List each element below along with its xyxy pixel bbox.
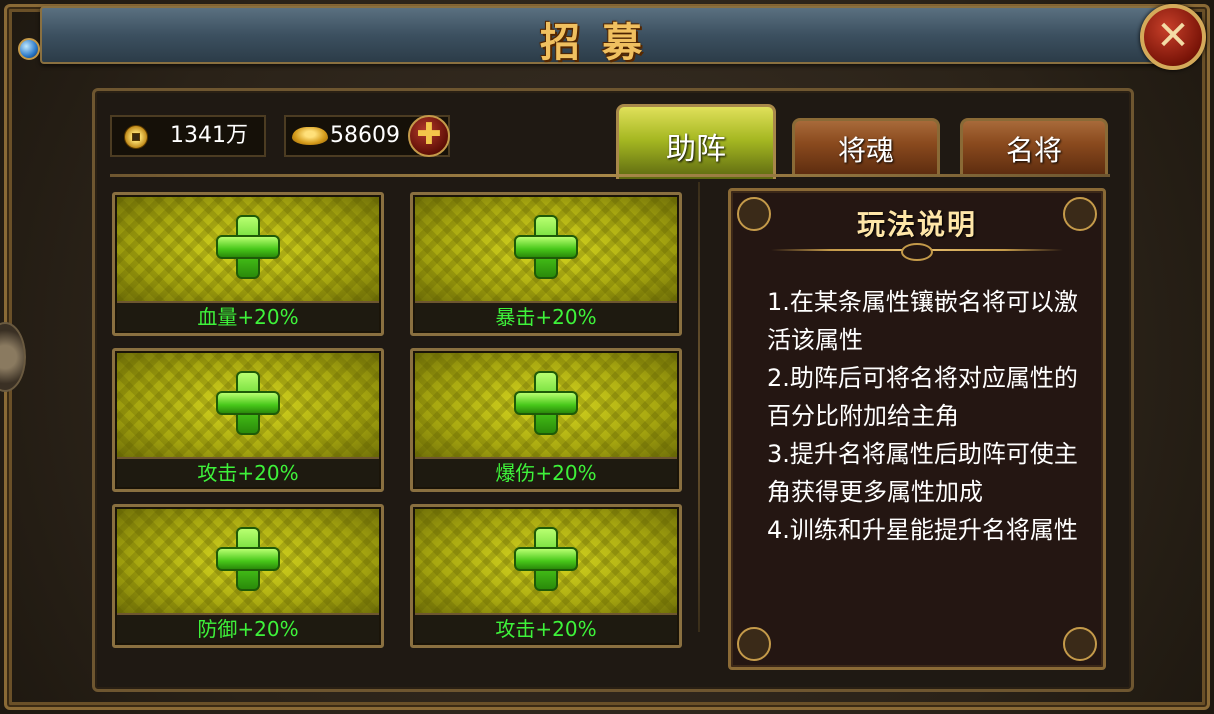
slot-label: 防御+20% xyxy=(117,613,379,643)
close-button[interactable]: ✕ xyxy=(1140,4,1206,70)
tab-jianghun[interactable]: 将魂 xyxy=(792,118,940,177)
column-divider xyxy=(698,182,700,632)
slot-label: 暴击+20% xyxy=(415,301,677,331)
gem-ornament-icon xyxy=(18,38,40,60)
info-text: 1.在某条属性镶嵌名将可以激活该属性 2.助阵后可将名将对应属性的百分比附加给主… xyxy=(767,283,1083,549)
add-plus-icon[interactable] xyxy=(514,527,578,591)
tab-divider xyxy=(110,174,1110,177)
add-plus-icon[interactable] xyxy=(216,527,280,591)
gold-ingot-icon xyxy=(292,127,328,145)
tab-mingjiang[interactable]: 名将 xyxy=(960,118,1108,177)
title-ornament-center xyxy=(901,243,933,261)
slot-hp[interactable]: 血量+20% xyxy=(112,192,384,336)
info-line: 1.在某条属性镶嵌名将可以激活该属性 xyxy=(767,288,1078,354)
corner-ornament-icon xyxy=(1063,627,1097,661)
slot-label: 爆伤+20% xyxy=(415,457,677,487)
gold-currency: 58609 ✚ xyxy=(284,115,450,157)
page-title: 招募 xyxy=(540,19,664,66)
info-line: 3.提升名将属性后助阵可使主角获得更多属性加成 xyxy=(767,440,1078,506)
slot-attack-2[interactable]: 攻击+20% xyxy=(410,504,682,648)
tab-zhuzhen[interactable]: 助阵 xyxy=(616,104,776,179)
slot-label: 攻击+20% xyxy=(415,613,677,643)
slot-label: 攻击+20% xyxy=(117,457,379,487)
gold-amount: 58609 xyxy=(330,123,400,148)
copper-coin-icon xyxy=(124,125,148,149)
copper-amount: 1341万 xyxy=(170,123,248,148)
title-bar: 招募 xyxy=(40,6,1164,66)
slot-crit-damage[interactable]: 爆伤+20% xyxy=(410,348,682,492)
add-gold-button[interactable]: ✚ xyxy=(408,115,450,157)
info-line: 2.助阵后可将名将对应属性的百分比附加给主角 xyxy=(767,364,1078,430)
slot-attack[interactable]: 攻击+20% xyxy=(112,348,384,492)
slot-crit[interactable]: 暴击+20% xyxy=(410,192,682,336)
corner-ornament-icon xyxy=(737,627,771,661)
slot-label: 血量+20% xyxy=(117,301,379,331)
add-plus-icon[interactable] xyxy=(514,215,578,279)
info-line: 4.训练和升星能提升名将属性 xyxy=(767,516,1078,544)
add-plus-icon[interactable] xyxy=(216,215,280,279)
add-plus-icon[interactable] xyxy=(514,371,578,435)
add-plus-icon[interactable] xyxy=(216,371,280,435)
slot-defense[interactable]: 防御+20% xyxy=(112,504,384,648)
info-title: 玩法说明 xyxy=(856,208,977,241)
info-panel: 玩法说明 1.在某条属性镶嵌名将可以激活该属性 2.助阵后可将名将对应属性的百分… xyxy=(728,188,1106,670)
copper-currency: 1341万 xyxy=(110,115,266,157)
